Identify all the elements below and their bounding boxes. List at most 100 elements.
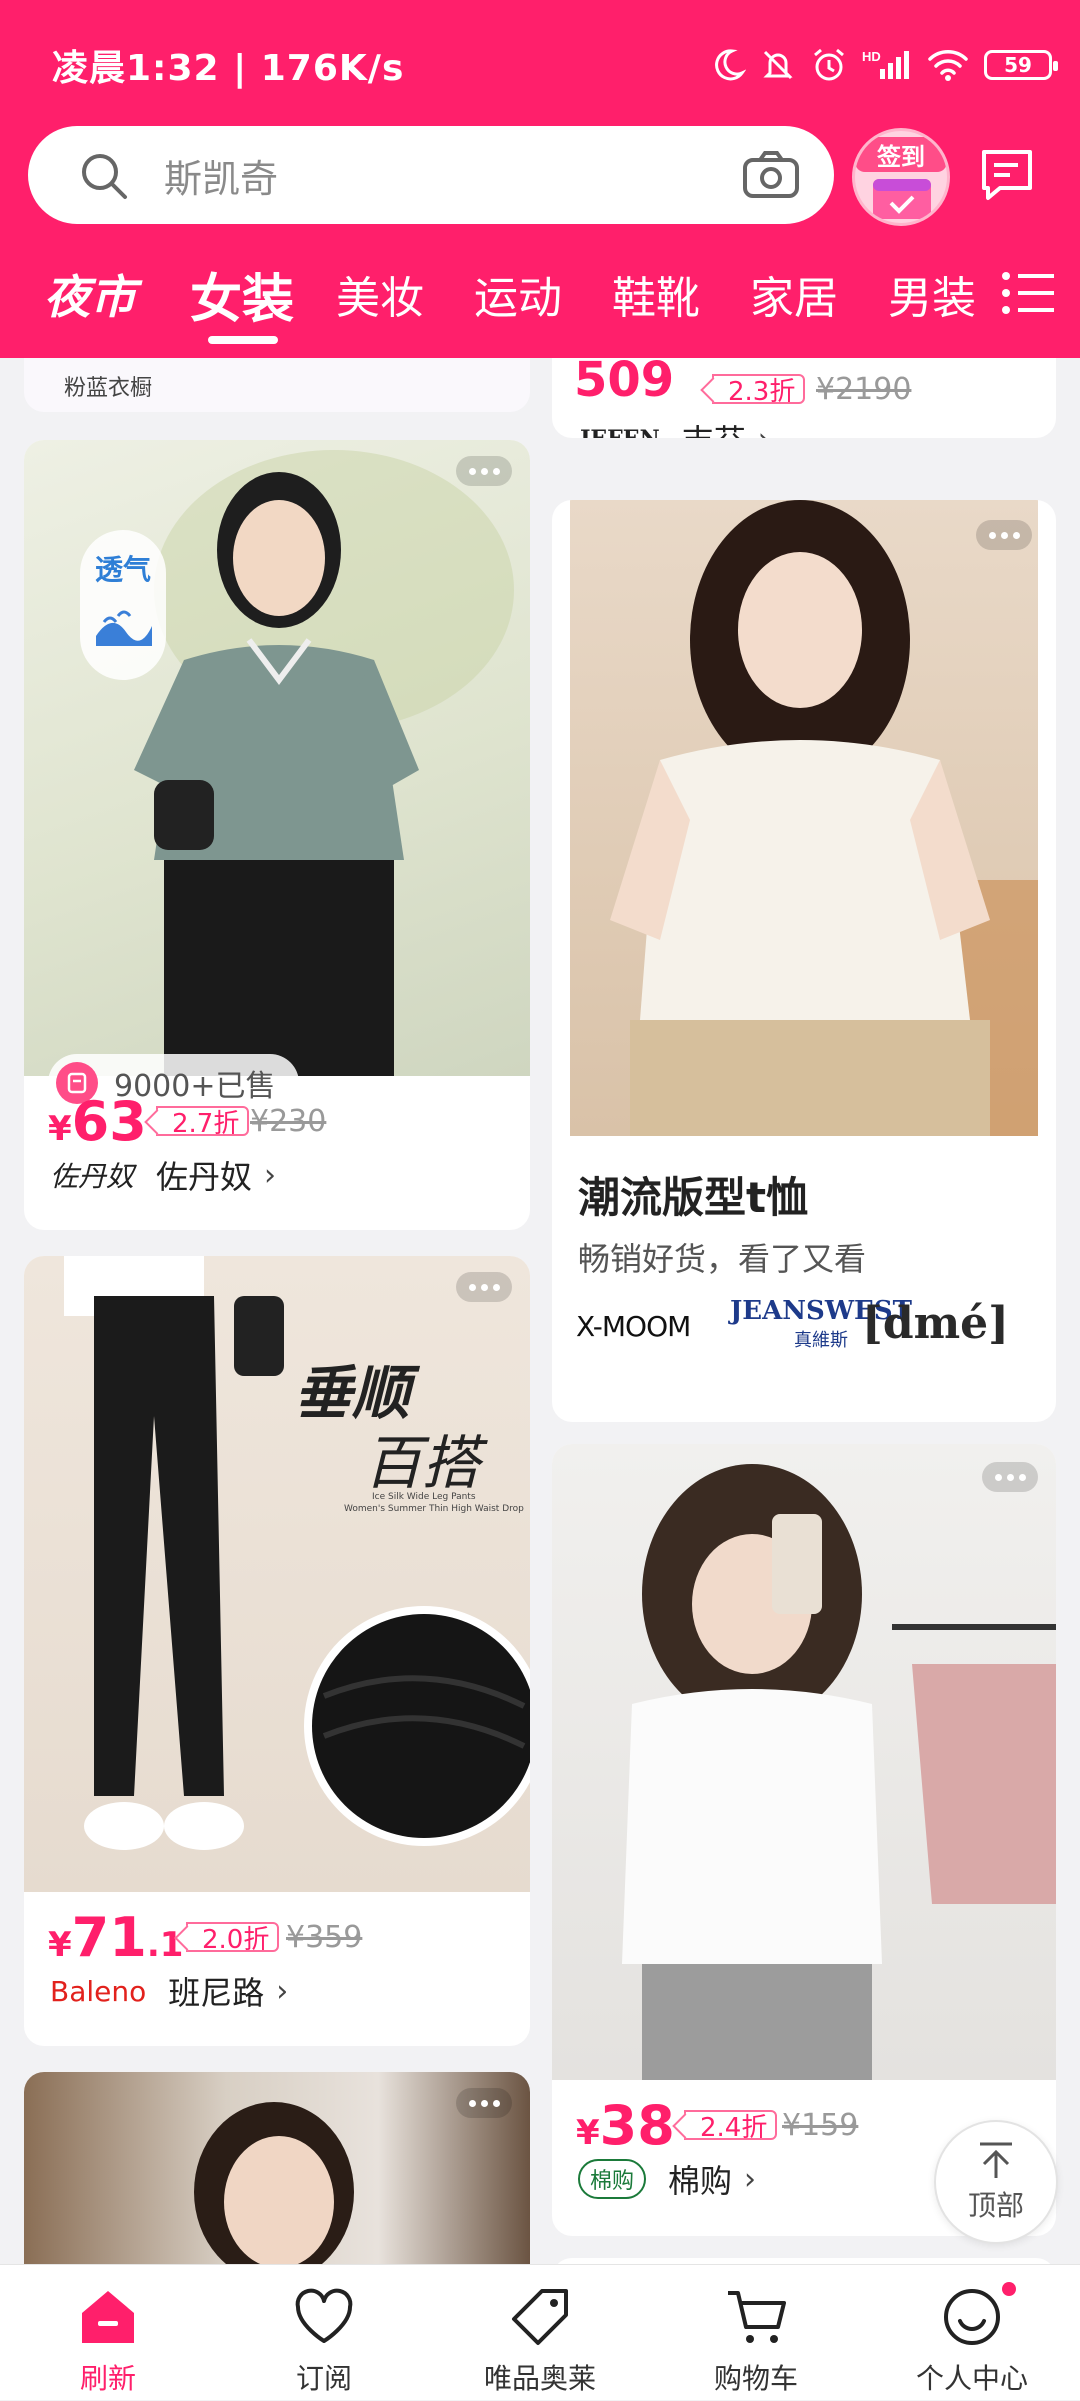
brand-name: 班尼路 — [168, 1974, 265, 2012]
signin-label: 签到 — [855, 137, 947, 172]
original-price: ¥2190 — [816, 372, 912, 407]
currency-symbol: ¥ — [48, 1109, 72, 1149]
active-tab-indicator — [208, 336, 278, 344]
product-illustration — [64, 1256, 530, 1850]
chevron-right-icon: › — [264, 1157, 277, 1193]
tab-womens[interactable]: 女装 — [190, 254, 294, 334]
price-value: 38 — [599, 2094, 675, 2157]
nav-label: 购物车 — [713, 2362, 798, 2395]
nav-label: 刷新 — [79, 2362, 136, 2395]
mute-bell-icon — [760, 47, 796, 83]
discount-badge: 2.0折 — [186, 1922, 280, 1955]
currency-symbol: ¥ — [576, 2113, 600, 2153]
heart-icon — [292, 2283, 356, 2351]
moon-icon — [710, 47, 746, 83]
price-value: 71 — [71, 1906, 147, 1969]
brand-logo: JEFEN — [580, 426, 660, 438]
chevron-right-icon: › — [744, 2161, 757, 2197]
brand-link[interactable]: JEFEN 吉芬 › — [580, 416, 770, 439]
notification-dot — [1002, 2282, 1016, 2296]
home-icon — [76, 2283, 140, 2351]
chevron-right-icon: › — [276, 1973, 289, 2009]
nav-label: 订阅 — [295, 2362, 352, 2395]
back-to-top-label: 顶部 — [967, 2189, 1024, 2222]
product-image: 透气 — [24, 440, 530, 1076]
brand-logo: Baleno — [50, 1974, 147, 2008]
arrow-up-icon — [976, 2140, 1016, 2184]
nav-label: 唯品奥莱 — [483, 2362, 596, 2395]
brand-link[interactable]: 棉购 棉购 › — [578, 2156, 756, 2202]
brand-link[interactable]: 佐丹奴 佐丹奴 › — [50, 1152, 276, 1198]
alarm-icon — [810, 46, 848, 84]
product-illustration — [610, 500, 1038, 1136]
nav-outlet[interactable]: 唯品奥莱 — [440, 2265, 640, 2401]
tab-shoes[interactable]: 鞋靴 — [612, 254, 700, 334]
brand-link[interactable]: Baleno 班尼路 › — [50, 1968, 288, 2014]
tab-sports[interactable]: 运动 — [474, 254, 562, 334]
status-icons: HD 59 — [710, 38, 1058, 92]
price-value: 63 — [71, 1090, 147, 1153]
promo-card[interactable]: 潮流版型t恤 畅销好货，看了又看 X-MOOM JEANSWEST 真維斯 [d… — [552, 500, 1056, 1422]
product-card[interactable]: ¥ 38 2.4折 ¥159 棉购 棉购 › — [552, 1444, 1056, 2236]
signal-icon: HD — [862, 47, 912, 83]
brand-name: 棉购 — [668, 2162, 733, 2200]
more-options-button[interactable] — [456, 456, 512, 486]
battery-icon: 59 — [984, 50, 1058, 80]
product-image — [552, 1444, 1056, 2080]
smiley-icon — [940, 2283, 1004, 2351]
top-header: 凌晨1:32 | 176K/s HD 59 斯凯奇 签到 夜市 女装 美妆 运动… — [0, 0, 1080, 358]
tag-icon — [508, 2283, 572, 2351]
product-illustration — [622, 1464, 1056, 2080]
tab-beauty[interactable]: 美妆 — [336, 254, 424, 334]
bottom-navigation: 刷新 订阅 唯品奥莱 购物车 个人中心 — [0, 2264, 1080, 2400]
price-value: 509 — [574, 358, 675, 408]
tab-mens[interactable]: 男装 — [888, 254, 976, 334]
product-feed: 粉蓝衣橱 509 2.3折 ¥2190 JEFEN 吉芬 › — [0, 358, 1080, 2264]
cart-icon — [724, 2283, 788, 2351]
more-options-button[interactable] — [456, 2088, 512, 2118]
back-to-top-button[interactable]: 顶部 — [934, 2120, 1058, 2244]
svg-text:HD: HD — [862, 49, 881, 64]
promo-subtitle: 畅销好货，看了又看 — [578, 1240, 867, 1278]
signin-button[interactable]: 签到 — [852, 128, 950, 226]
more-options-button[interactable] — [982, 1462, 1038, 1492]
wifi-icon — [926, 47, 970, 83]
promo-brand-logo: X-MOOM — [576, 1310, 691, 1343]
nav-subscribe[interactable]: 订阅 — [224, 2265, 424, 2401]
nav-profile[interactable]: 个人中心 — [872, 2265, 1072, 2401]
camera-icon[interactable] — [742, 150, 800, 200]
search-bar[interactable]: 斯凯奇 — [28, 126, 834, 224]
product-card[interactable] — [24, 2072, 530, 2264]
product-card-partial-right[interactable]: 509 2.3折 ¥2190 JEFEN 吉芬 › — [552, 358, 1056, 438]
product-card[interactable]: 透气 9000+已售 ¥ 63 2.7折 ¥230 佐丹奴 佐丹奴 › — [24, 440, 530, 1230]
promo-title: 潮流版型t恤 — [578, 1173, 809, 1222]
status-time: 凌晨1:32 | 176K/s — [52, 48, 405, 89]
product-image: 垂顺 百搭 Ice Silk Wide Leg Pants Women's Su… — [24, 1256, 530, 1892]
nav-cart[interactable]: 购物车 — [656, 2265, 856, 2401]
search-placeholder: 斯凯奇 — [164, 156, 279, 201]
product-image — [24, 2072, 530, 2264]
category-menu-icon[interactable] — [1000, 268, 1056, 318]
overlay-caption: Ice Silk Wide Leg Pants — [372, 1492, 476, 1502]
discount-badge: 2.7折 — [156, 1106, 250, 1139]
tab-night-market[interactable]: 夜市 — [44, 254, 136, 334]
product-card-partial-left[interactable]: 粉蓝衣橱 — [24, 358, 530, 412]
nav-refresh[interactable]: 刷新 — [8, 2265, 208, 2401]
currency-symbol: ¥ — [48, 1925, 72, 1965]
brand-name: 佐丹奴 — [156, 1158, 253, 1196]
original-price: ¥159 — [782, 2108, 859, 2143]
more-options-button[interactable] — [456, 1272, 512, 1302]
product-card[interactable]: 垂顺 百搭 Ice Silk Wide Leg Pants Women's Su… — [24, 1256, 530, 2046]
brand-name: 吉芬 — [682, 416, 746, 438]
discount-badge: 2.4折 — [684, 2110, 778, 2143]
message-icon[interactable] — [978, 146, 1036, 202]
price-decimal: .1 — [146, 1925, 184, 1965]
tab-home[interactable]: 家居 — [750, 254, 838, 334]
product-illustration — [194, 2102, 354, 2264]
chevron-right-icon: › — [758, 422, 770, 439]
discount-badge: 2.3折 — [712, 374, 806, 407]
overlay-caption: Women's Summer Thin High Waist Drop — [344, 1504, 524, 1514]
search-icon — [78, 150, 130, 202]
more-options-button[interactable] — [976, 520, 1032, 550]
nav-label: 个人中心 — [915, 2362, 1028, 2395]
